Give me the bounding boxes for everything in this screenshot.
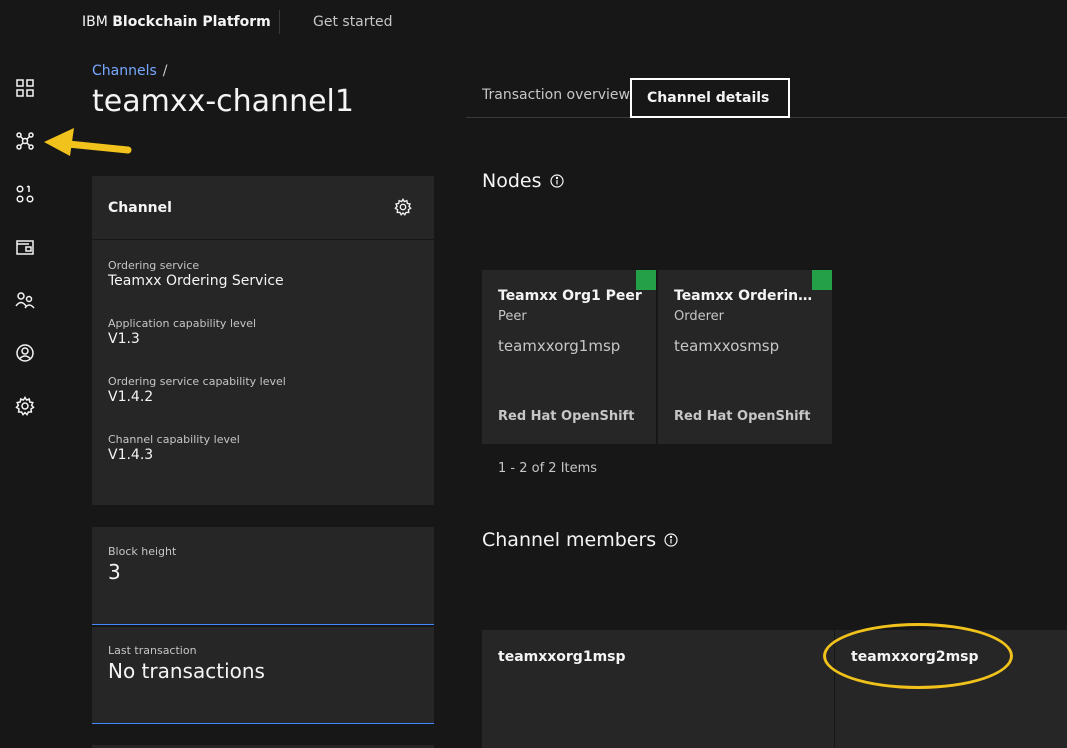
dashboard-icon[interactable]: [13, 76, 37, 100]
channel-capability-field: Channel capability level V1.4.3: [108, 433, 240, 463]
nodes-section-title: Nodes: [482, 170, 564, 192]
breadcrumb: Channels /: [92, 63, 168, 79]
node-msp: teamxxosmsp: [674, 337, 780, 355]
members-title-text: Channel members: [482, 529, 657, 551]
node-tile-ordering-service[interactable]: Teamxx Ordering Service Orderer teamxxos…: [658, 270, 832, 444]
wallet-icon[interactable]: [13, 235, 37, 259]
field-label: Application capability level: [108, 317, 257, 330]
annotation-arrow: [44, 128, 132, 156]
brand-name: Blockchain Platform: [112, 14, 271, 30]
top-header: IBM Blockchain Platform Get started: [0, 0, 1067, 44]
tab-channel-details[interactable]: Channel details: [630, 78, 790, 118]
ordering-capability-field: Ordering service capability level V1.4.2: [108, 375, 286, 405]
block-height-value: 3: [108, 560, 121, 584]
member-name: teamxxorg1msp: [498, 649, 626, 665]
last-transaction-value: No transactions: [108, 659, 265, 683]
channel-card-header: Channel: [92, 176, 434, 240]
members-section-title: Channel members: [482, 529, 678, 551]
brand-title[interactable]: IBM Blockchain Platform: [82, 14, 271, 30]
node-tile-org1-peer[interactable]: Teamxx Org1 Peer Peer teamxxorg1msp Red …: [482, 270, 656, 444]
node-type: Orderer: [674, 309, 725, 324]
status-indicator: [636, 270, 656, 290]
block-height-label: Block height: [108, 545, 177, 558]
status-indicator: [812, 270, 832, 290]
tab-transaction-overview[interactable]: Transaction overview: [482, 87, 630, 103]
node-platform: Red Hat OpenShift: [498, 409, 635, 424]
last-transaction-card: Last transaction No transactions: [92, 627, 434, 724]
application-capability-field: Application capability level V1.3: [108, 317, 256, 347]
field-label: Channel capability level: [108, 433, 240, 446]
page-title: teamxx-channel1: [92, 84, 354, 119]
get-started-link[interactable]: Get started: [313, 14, 393, 30]
field-value: V1.4.2: [108, 389, 154, 405]
node-msp: teamxxorg1msp: [498, 337, 621, 355]
annotation-ellipse: [823, 623, 1013, 689]
account-icon[interactable]: [13, 341, 37, 365]
node-name: Teamxx Ordering Service: [674, 288, 819, 304]
field-label: Ordering service capability level: [108, 375, 286, 388]
field-label: Ordering service: [108, 259, 200, 272]
users-icon[interactable]: [13, 288, 37, 312]
identities-icon[interactable]: [13, 182, 37, 206]
info-icon[interactable]: [549, 174, 564, 188]
member-tile-org1[interactable]: teamxxorg1msp: [482, 630, 833, 748]
channel-card: Channel Ordering service Teamxx Ordering…: [92, 176, 434, 505]
last-transaction-label: Last transaction: [108, 644, 197, 657]
node-platform: Red Hat OpenShift: [674, 409, 811, 424]
header-divider: [279, 10, 280, 34]
node-type: Peer: [498, 309, 527, 324]
field-value: V1.3: [108, 331, 140, 347]
channel-card-title: Channel: [108, 200, 172, 216]
block-height-card: Block height 3: [92, 527, 434, 625]
nodes-pagination: 1 - 2 of 2 Items: [498, 461, 598, 476]
channel-settings-gear-icon[interactable]: [394, 198, 412, 216]
brand-prefix: IBM: [82, 14, 108, 30]
info-icon[interactable]: [664, 533, 678, 547]
channels-icon[interactable]: [13, 129, 37, 153]
nodes-title-text: Nodes: [482, 170, 542, 192]
breadcrumb-separator: /: [162, 63, 168, 79]
settings-icon[interactable]: [13, 394, 37, 418]
ordering-service-field: Ordering service Teamxx Ordering Service: [108, 259, 284, 289]
field-value: Teamxx Ordering Service: [108, 273, 284, 289]
breadcrumb-channels-link[interactable]: Channels: [92, 63, 157, 79]
node-name: Teamxx Org1 Peer: [498, 288, 642, 304]
field-value: V1.4.3: [108, 447, 154, 463]
